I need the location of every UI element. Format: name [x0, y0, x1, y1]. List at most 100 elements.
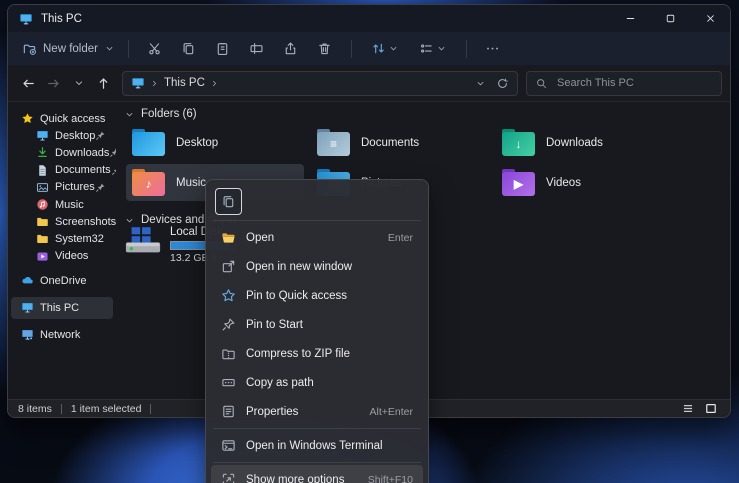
- menu-item-shortcut: Alt+Enter: [370, 406, 413, 418]
- menu-item-open-in-windows-terminal[interactable]: Open in Windows Terminal: [211, 431, 423, 460]
- pin-outline-icon: [221, 317, 236, 332]
- view-icon: [419, 41, 434, 56]
- paste-button[interactable]: [208, 36, 238, 62]
- sidebar-item-label: Pictures: [55, 181, 95, 193]
- music-folder-icon: ♪: [132, 169, 165, 196]
- documents-folder-icon: ≡: [317, 129, 350, 156]
- sidebar-item-screenshots[interactable]: Screenshots: [11, 213, 113, 230]
- sidebar-item-pictures[interactable]: Pictures: [11, 179, 113, 196]
- rename-icon: [249, 41, 264, 56]
- breadcrumb-this-pc[interactable]: This PC: [164, 77, 205, 89]
- minimize-button[interactable]: [610, 5, 650, 32]
- search-input[interactable]: [555, 76, 713, 90]
- folder-tile-desktop[interactable]: Desktop: [126, 124, 304, 161]
- folders-section-header[interactable]: Folders (6): [124, 108, 197, 120]
- menu-item-label: Open in Windows Terminal: [246, 440, 383, 452]
- more-options-button[interactable]: [478, 36, 508, 62]
- menu-item-properties[interactable]: Properties Alt+Enter: [211, 397, 423, 426]
- chevron-right-icon[interactable]: [150, 79, 159, 88]
- copy-icon: [181, 41, 196, 56]
- close-button[interactable]: [690, 5, 730, 32]
- forward-button[interactable]: [41, 70, 66, 96]
- sidebar-item-system32[interactable]: System32: [11, 230, 113, 247]
- sidebar-item-music[interactable]: Music: [11, 196, 113, 213]
- more-options-icon: [485, 41, 500, 56]
- details-view-button[interactable]: [679, 401, 697, 416]
- open-folder-icon: [221, 230, 236, 245]
- sidebar-item-desktop[interactable]: Desktop: [11, 127, 113, 144]
- address-bar[interactable]: This PC: [122, 71, 518, 96]
- folder-tile-videos[interactable]: ▶ Videos: [496, 164, 674, 201]
- menu-item-pin-to-quick-access[interactable]: Pin to Quick access: [211, 281, 423, 310]
- rename-button[interactable]: [242, 36, 272, 62]
- this-pc-icon: [19, 12, 33, 26]
- maximize-button[interactable]: [650, 5, 690, 32]
- menu-item-label: Pin to Quick access: [246, 290, 347, 302]
- menu-item-label: Properties: [246, 406, 298, 418]
- copy-button[interactable]: [174, 36, 204, 62]
- menu-item-show-more-options[interactable]: Show more options Shift+F10: [211, 465, 423, 483]
- menu-item-compress-to-zip-file[interactable]: Compress to ZIP file: [211, 339, 423, 368]
- menu-separator: [213, 220, 421, 221]
- star-outline-icon: [221, 288, 236, 303]
- chevron-down-icon: [124, 215, 135, 226]
- chevron-down-icon[interactable]: [475, 78, 486, 89]
- menu-item-label: Copy as path: [246, 377, 314, 389]
- thispc-icon: [21, 301, 34, 314]
- sidebar-item-documents[interactable]: Documents: [11, 162, 113, 179]
- new-folder-icon: [22, 41, 37, 56]
- toolbar-separator: [128, 40, 129, 58]
- close-icon: [704, 12, 717, 25]
- sort-icon: [371, 41, 386, 56]
- view-button[interactable]: [411, 36, 455, 62]
- this-pc-icon: [131, 76, 145, 90]
- address-bar-row: This PC: [8, 65, 730, 102]
- large-icons-view-button[interactable]: [702, 401, 720, 416]
- title-bar: This PC: [8, 5, 730, 32]
- sidebar-item-this-pc[interactable]: This PC: [11, 297, 113, 319]
- folder-tile-documents[interactable]: ≡ Documents: [311, 124, 489, 161]
- pin-icon: [109, 147, 116, 158]
- pin-icon: [95, 182, 106, 193]
- sidebar-item-label: Network: [40, 329, 80, 341]
- chevron-down-icon: [104, 43, 115, 54]
- sidebar-item-videos[interactable]: Videos: [11, 248, 113, 265]
- delete-button[interactable]: [310, 36, 340, 62]
- documents-icon: [36, 164, 49, 177]
- sidebar-item-label: This PC: [40, 302, 79, 314]
- sort-button[interactable]: [363, 36, 407, 62]
- cut-button[interactable]: [140, 36, 170, 62]
- star-icon: [21, 112, 34, 125]
- copy-button[interactable]: [215, 188, 242, 215]
- downloads-icon: [36, 146, 49, 159]
- menu-item-pin-to-start[interactable]: Pin to Start: [211, 310, 423, 339]
- menu-item-copy-as-path[interactable]: Copy as path: [211, 368, 423, 397]
- sidebar-item-onedrive[interactable]: OneDrive: [11, 270, 113, 292]
- menu-item-label: Show more options: [246, 474, 344, 483]
- folder-tile-label: Documents: [361, 137, 419, 149]
- desktop-folder-icon: [132, 129, 165, 156]
- menu-item-open[interactable]: Open Enter: [211, 223, 423, 252]
- folder-tile-downloads[interactable]: ↓ Downloads: [496, 124, 674, 161]
- menu-item-label: Open: [246, 232, 274, 244]
- recent-locations-button[interactable]: [66, 70, 91, 96]
- sidebar-item-quick-access[interactable]: Quick access: [11, 110, 113, 127]
- share-button[interactable]: [276, 36, 306, 62]
- videos-folder-icon: ▶: [502, 169, 535, 196]
- new-folder-button[interactable]: New folder: [18, 41, 119, 56]
- refresh-icon[interactable]: [496, 77, 509, 90]
- menu-item-open-in-new-window[interactable]: Open in new window: [211, 252, 423, 281]
- sidebar-item-label: Music: [55, 199, 84, 211]
- sidebar-item-downloads[interactable]: Downloads: [11, 144, 113, 161]
- up-button[interactable]: [91, 70, 116, 96]
- sidebar-item-network[interactable]: Network: [11, 324, 113, 346]
- show-more-icon: [221, 472, 236, 483]
- folder-icon: [36, 215, 49, 228]
- sidebar-item-label: OneDrive: [40, 275, 86, 287]
- sidebar-item-label: Videos: [55, 250, 88, 262]
- maximize-icon: [664, 12, 677, 25]
- local-disk-icon: [124, 226, 162, 255]
- menu-separator: [213, 428, 421, 429]
- back-button[interactable]: [16, 70, 41, 96]
- chevron-right-icon[interactable]: [210, 79, 219, 88]
